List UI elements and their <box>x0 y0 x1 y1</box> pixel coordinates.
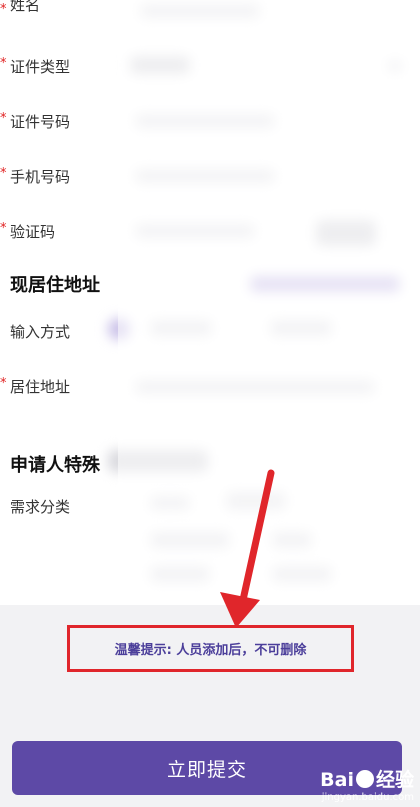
address-section-title: 现居住地址 <box>10 275 100 296</box>
special-section-title: 申请人特殊 <box>10 455 100 476</box>
watermark-brand-left: Bai <box>320 769 354 791</box>
blur-overlay <box>118 0 420 600</box>
baidu-watermark: Bai 经验 jingyan.baidu.com <box>320 765 414 803</box>
required-mark: * <box>0 221 7 236</box>
tip-text: 温馨提示: 人员添加后，不可删除 <box>114 643 307 658</box>
required-mark: * <box>0 376 7 391</box>
tip-highlight-box: 温馨提示: 人员添加后，不可删除 <box>67 625 354 672</box>
required-mark: * <box>0 166 7 181</box>
needs-category-label: 需求分类 <box>10 498 71 516</box>
submit-button-label: 立即提交 <box>166 758 247 781</box>
required-mark: * <box>0 111 7 126</box>
required-mark: * <box>0 2 7 17</box>
code-label: 验证码 <box>10 223 56 241</box>
watermark-url: jingyan.baidu.com <box>321 792 414 803</box>
phone-label: 手机号码 <box>10 168 71 186</box>
required-mark: * <box>0 56 7 71</box>
watermark-brand: Bai 经验 <box>320 765 414 792</box>
input-method-label: 输入方式 <box>10 323 71 341</box>
watermark-brand-right: 经验 <box>375 769 414 791</box>
form-panel: * 姓名 * 证件类型 * 证件号码 * 手机号码 * 验证码 现居住地址 输入… <box>0 0 420 605</box>
paw-icon <box>355 769 374 788</box>
residence-address-label: 居住地址 <box>10 378 71 396</box>
id-number-label: 证件号码 <box>10 113 71 131</box>
name-label: 姓名 <box>10 0 41 14</box>
id-type-label: 证件类型 <box>10 58 71 76</box>
